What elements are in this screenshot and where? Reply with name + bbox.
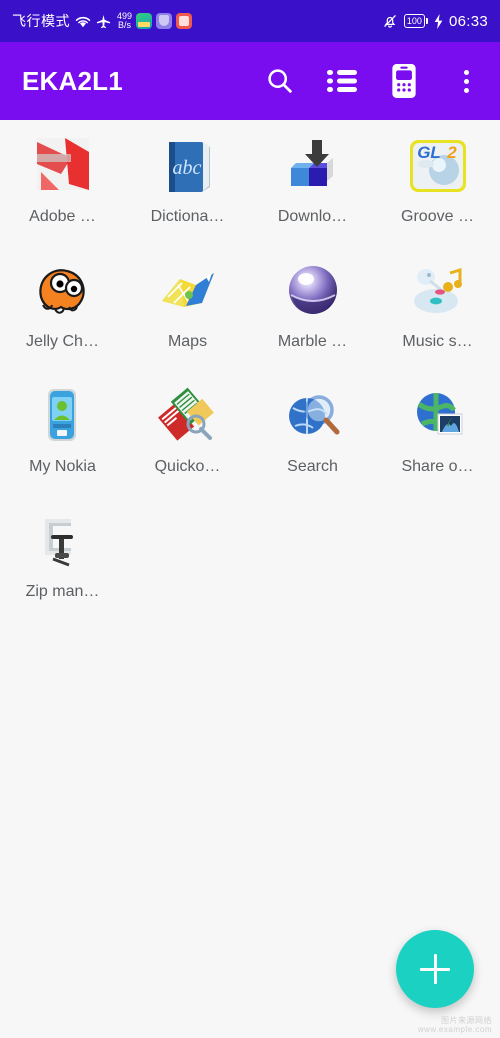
list-icon[interactable] bbox=[324, 63, 360, 99]
app-item[interactable]: Marble … bbox=[250, 245, 375, 370]
marble-sphere-icon bbox=[281, 259, 345, 323]
music-cd-icon bbox=[406, 259, 470, 323]
battery-tip bbox=[425, 18, 428, 24]
add-fab-button[interactable] bbox=[396, 930, 474, 1008]
jelly-character-icon bbox=[31, 259, 95, 323]
app-item[interactable]: Maps bbox=[125, 245, 250, 370]
status-bar-left: 飞行模式 499 B/s bbox=[12, 12, 382, 30]
airplane-icon bbox=[96, 14, 111, 29]
dictionary-icon: abc bbox=[156, 134, 220, 198]
app-label: Jelly Ch… bbox=[26, 333, 99, 350]
battery-level-text: 100 bbox=[403, 14, 425, 28]
download-icon bbox=[281, 134, 345, 198]
app-item[interactable]: Share o… bbox=[375, 370, 500, 495]
groove-gl2-icon: GL 2 bbox=[406, 134, 470, 198]
search-globe-icon bbox=[281, 384, 345, 448]
zip-clamp-icon bbox=[31, 509, 95, 573]
device-icon[interactable] bbox=[386, 63, 422, 99]
wifi-icon bbox=[74, 14, 92, 29]
charging-bolt-icon bbox=[434, 13, 443, 29]
app-label: Groove … bbox=[401, 208, 474, 225]
overflow-dots bbox=[463, 69, 469, 93]
share-online-icon bbox=[406, 384, 470, 448]
network-speed-unit: B/s bbox=[118, 20, 132, 30]
maps-icon bbox=[156, 259, 220, 323]
app-item[interactable]: Quicko… bbox=[125, 370, 250, 495]
tray-app-icon-shield bbox=[156, 13, 173, 29]
app-label: Music s… bbox=[402, 333, 473, 350]
app-label: Zip man… bbox=[25, 583, 100, 600]
svg-text:abc: abc bbox=[172, 157, 201, 179]
app-label: Dictiona… bbox=[150, 208, 225, 225]
airplane-mode-label: 飞行模式 bbox=[12, 13, 70, 29]
bell-muted-icon bbox=[382, 13, 398, 29]
app-bar: EKA2L1 bbox=[0, 42, 500, 120]
app-item[interactable]: Search bbox=[250, 370, 375, 495]
network-speed: 499 B/s bbox=[117, 12, 132, 30]
battery-indicator: 100 bbox=[403, 14, 428, 28]
phone-screen: 飞行模式 499 B/s 100 06:33 EKA2L1 Adobe … ab… bbox=[0, 0, 500, 1038]
app-item[interactable]: Jelly Ch… bbox=[0, 245, 125, 370]
app-item[interactable]: Adobe … bbox=[0, 120, 125, 245]
app-grid: Adobe … abc Dictiona… Downlo… GL 2 Groov… bbox=[0, 120, 500, 1038]
app-item[interactable]: GL 2 Groove … bbox=[375, 120, 500, 245]
quickoffice-icon bbox=[156, 384, 220, 448]
app-label: Maps bbox=[167, 333, 208, 350]
app-label: Adobe … bbox=[29, 208, 96, 225]
adobe-reader-icon bbox=[31, 134, 95, 198]
app-bar-actions bbox=[262, 63, 484, 99]
app-label: Search bbox=[287, 458, 338, 475]
plus-icon-vertical bbox=[433, 954, 437, 984]
status-bar: 飞行模式 499 B/s 100 06:33 bbox=[0, 0, 500, 42]
overflow-menu-icon[interactable] bbox=[448, 63, 484, 99]
app-label: My Nokia bbox=[29, 458, 96, 475]
tray-app-icon-green bbox=[136, 13, 153, 29]
app-item[interactable]: Music s… bbox=[375, 245, 500, 370]
app-title: EKA2L1 bbox=[22, 65, 123, 96]
app-label: Quicko… bbox=[154, 458, 221, 475]
my-nokia-phone-icon bbox=[31, 384, 95, 448]
status-bar-right: 100 06:33 bbox=[382, 13, 488, 30]
svg-text:2: 2 bbox=[446, 143, 457, 162]
app-item[interactable]: Zip man… bbox=[0, 495, 125, 620]
app-label: Downlo… bbox=[277, 208, 348, 225]
svg-text:GL: GL bbox=[417, 143, 441, 162]
app-item[interactable]: My Nokia bbox=[0, 370, 125, 495]
app-label: Marble … bbox=[277, 333, 348, 350]
app-item[interactable]: abc Dictiona… bbox=[125, 120, 250, 245]
app-item[interactable]: Downlo… bbox=[250, 120, 375, 245]
app-label: Share o… bbox=[401, 458, 474, 475]
tray-app-icon-red bbox=[176, 13, 193, 29]
status-bar-clock: 06:33 bbox=[448, 12, 488, 30]
search-icon[interactable] bbox=[262, 63, 298, 99]
